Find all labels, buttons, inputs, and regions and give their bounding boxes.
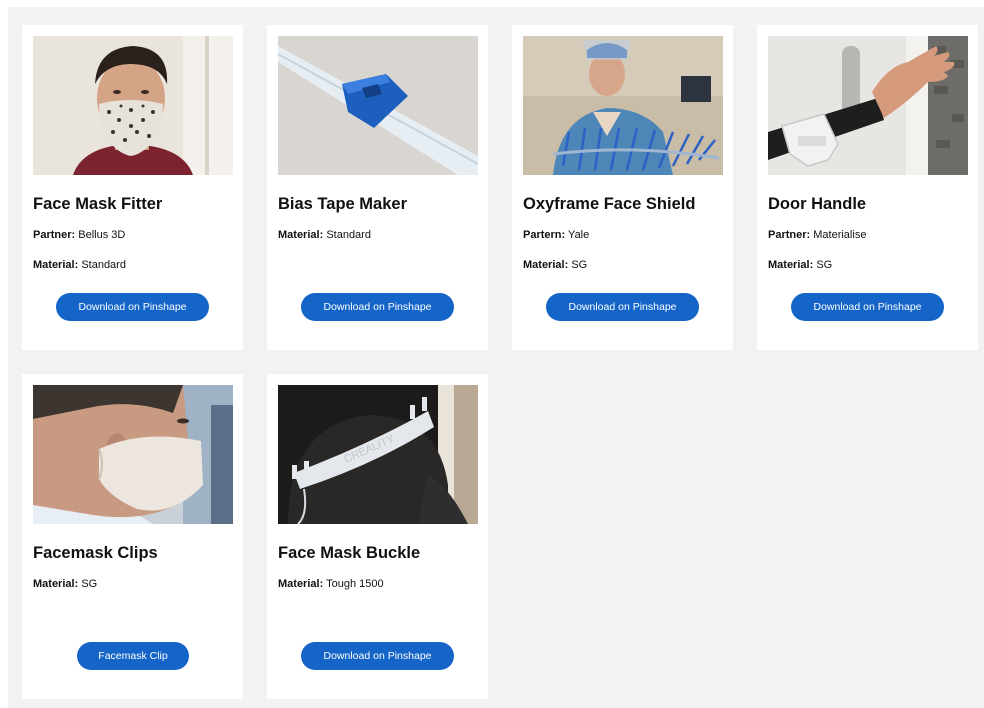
product-partner: Partern: Yale <box>523 229 589 241</box>
product-title: Bias Tape Maker <box>278 195 408 213</box>
meta-label: Material: <box>523 259 569 271</box>
product-image-face-mask-buckle[interactable]: CREALITY <box>278 385 478 524</box>
meta-value: Standard <box>81 259 126 271</box>
meta-value: Materialise <box>813 229 867 241</box>
meta-value: Tough 1500 <box>326 578 384 590</box>
product-image-face-mask-fitter[interactable] <box>33 36 233 175</box>
blue-bias-tape-maker-on-fabric-icon <box>278 36 478 175</box>
product-title: Face Mask Buckle <box>278 544 421 562</box>
product-material: Material: Standard <box>33 259 126 271</box>
facemask-clip-button[interactable]: Facemask Clip <box>77 642 189 670</box>
download-on-pinshape-button[interactable]: Download on Pinshape <box>301 642 454 670</box>
meta-label: Material: <box>768 259 814 271</box>
product-image-bias-tape-maker[interactable] <box>278 36 478 175</box>
meta-value: Bellus 3D <box>78 229 126 241</box>
product-title: Facemask Clips <box>33 544 158 562</box>
product-card-facemask-clips: Facemask Clips Material: SG Facemask Cli… <box>22 374 243 699</box>
arm-opening-door-with-handle-attachment-icon <box>768 36 968 175</box>
product-title: Oxyframe Face Shield <box>523 195 696 213</box>
product-image-door-handle[interactable] <box>768 36 968 175</box>
meta-value: SG <box>571 259 588 271</box>
product-card-face-mask-buckle: CREALITY Face Mask Buckle Material: Toug… <box>267 374 488 699</box>
product-card-door-handle: Door Handle Partner: Materialise Materia… <box>757 25 978 350</box>
meta-label: Material: <box>33 259 79 271</box>
man-wearing-patterned-face-mask-icon <box>33 36 233 175</box>
meta-value: SG <box>816 259 833 271</box>
product-card-oxyframe-face-shield: Oxyframe Face Shield Partern: Yale Mater… <box>512 25 733 350</box>
download-on-pinshape-button[interactable]: Download on Pinshape <box>546 293 699 321</box>
product-material: Material: Standard <box>278 229 371 241</box>
product-material: Material: SG <box>768 259 832 271</box>
product-title: Face Mask Fitter <box>33 195 163 213</box>
meta-value: Standard <box>326 229 371 241</box>
meta-label: Partner: <box>33 229 76 241</box>
product-partner: Partner: Bellus 3D <box>33 229 125 241</box>
meta-label: Material: <box>278 229 324 241</box>
meta-value: SG <box>81 578 98 590</box>
product-title: Door Handle <box>768 195 867 213</box>
product-material: Material: SG <box>523 259 587 271</box>
download-on-pinshape-button[interactable]: Download on Pinshape <box>791 293 944 321</box>
product-image-oxyframe-face-shield[interactable] <box>523 36 723 175</box>
meta-label: Material: <box>33 578 79 590</box>
product-grid: Face Mask Fitter Partner: Bellus 3D Mate… <box>8 7 984 708</box>
product-card-face-mask-fitter: Face Mask Fitter Partner: Bellus 3D Mate… <box>22 25 243 350</box>
meta-value: Yale <box>568 229 590 241</box>
download-on-pinshape-button[interactable]: Download on Pinshape <box>56 293 209 321</box>
product-card-bias-tape-maker: Bias Tape Maker Material: Standard Downl… <box>267 25 488 350</box>
mask-buckle-on-back-of-head-icon: CREALITY <box>278 385 478 524</box>
meta-label: Partern: <box>523 229 566 241</box>
product-image-facemask-clips[interactable] <box>33 385 233 524</box>
product-material: Material: SG <box>33 578 97 590</box>
meta-label: Material: <box>278 578 324 590</box>
product-material: Material: Tough 1500 <box>278 578 384 590</box>
doctor-holding-face-shield-frames-icon <box>523 36 723 175</box>
man-wearing-cloth-face-mask-icon <box>33 385 233 524</box>
product-partner: Partner: Materialise <box>768 229 866 241</box>
download-on-pinshape-button[interactable]: Download on Pinshape <box>301 293 454 321</box>
meta-label: Partner: <box>768 229 811 241</box>
